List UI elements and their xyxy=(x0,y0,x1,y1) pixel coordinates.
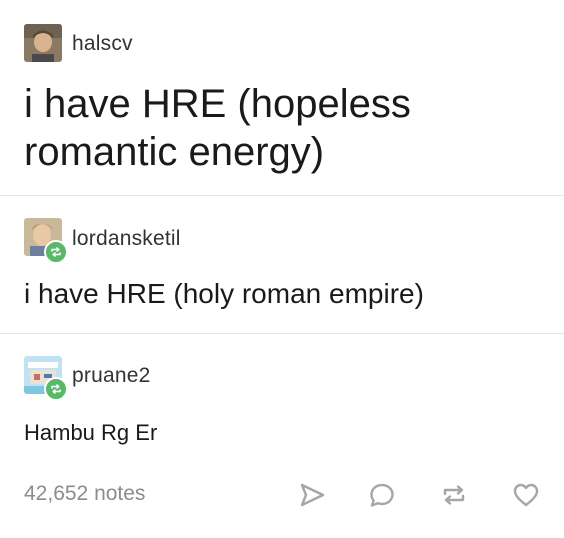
notes-count[interactable]: 42,652 notes xyxy=(24,482,145,506)
username-pruane2[interactable]: pruane2 xyxy=(72,364,150,388)
username-halscv[interactable]: halscv xyxy=(72,32,133,56)
post-text-halscv: i have HRE (hopeless romantic energy) xyxy=(24,82,411,174)
reblog-icon[interactable] xyxy=(438,479,470,511)
reply-icon[interactable] xyxy=(366,479,398,511)
post-text-pruane2: Hambu Rg Er xyxy=(24,420,158,445)
heart-icon[interactable] xyxy=(510,479,542,511)
post-text-lordansketil: i have HRE (holy roman empire) xyxy=(24,278,424,309)
reblog-badge xyxy=(44,377,68,401)
username-lordansketil[interactable]: lordansketil xyxy=(72,227,181,251)
reblog-badge xyxy=(44,240,68,264)
share-icon[interactable] xyxy=(296,479,328,511)
divider xyxy=(0,195,564,196)
avatar-halscv[interactable] xyxy=(24,24,62,62)
divider xyxy=(0,333,564,334)
